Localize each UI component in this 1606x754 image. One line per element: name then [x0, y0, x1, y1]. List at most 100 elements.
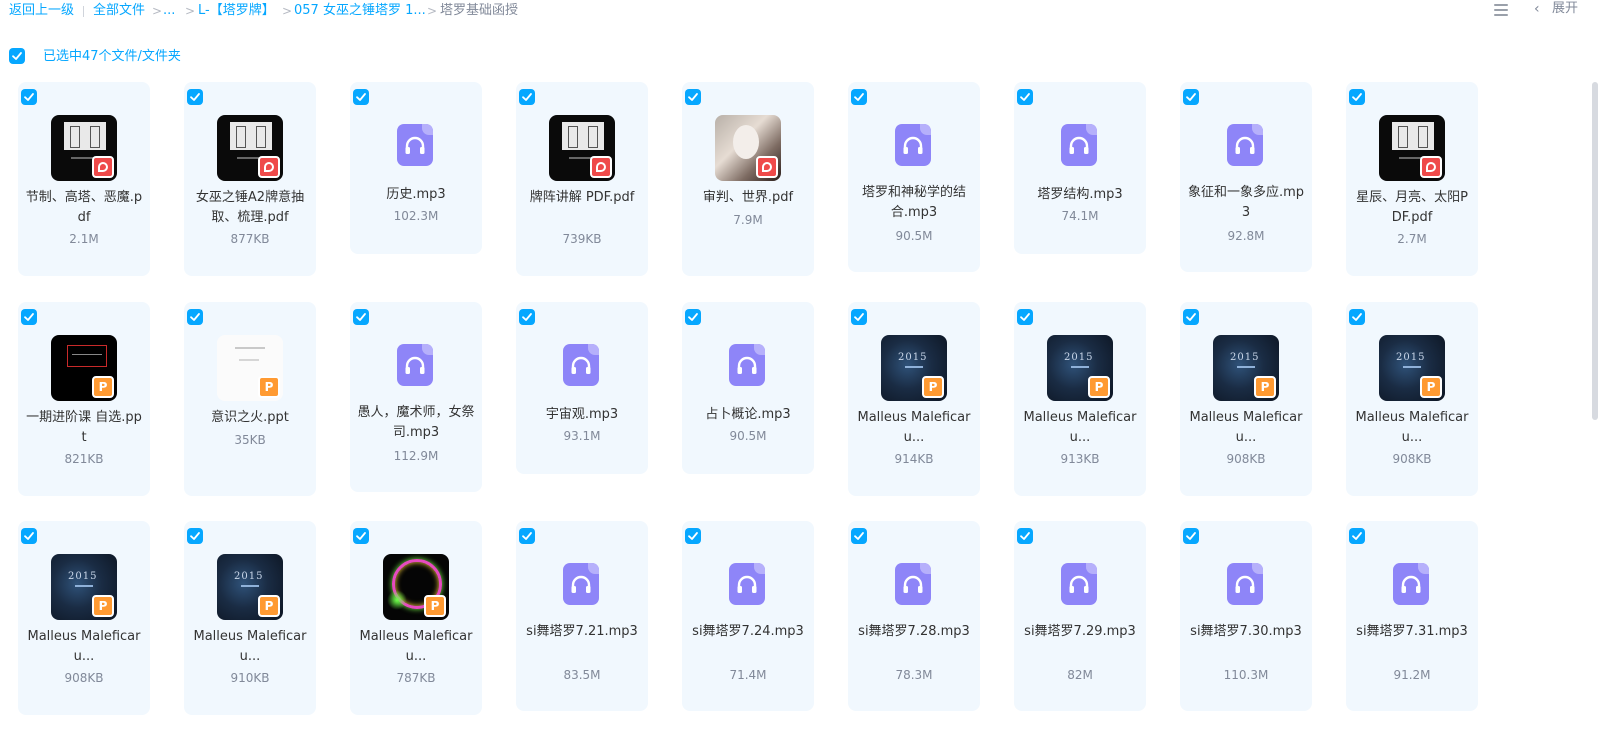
scrollbar[interactable]: [1592, 82, 1598, 420]
headphones-icon: [1069, 575, 1089, 593]
breadcrumb-separator: >: [427, 4, 438, 18]
file-checkbox[interactable]: [519, 528, 535, 544]
file-size: 2.7M: [1397, 232, 1427, 246]
file-card[interactable]: 2015 P Malleus Maleficaru... 908KB: [1346, 302, 1478, 496]
file-card[interactable]: P Malleus Maleficaru... 787KB: [350, 521, 482, 715]
audio-file-icon: [1061, 563, 1097, 605]
file-name: si舞塔罗7.28.mp3: [858, 624, 970, 639]
file-size: 83.5M: [563, 668, 601, 682]
file-card[interactable]: 2015 P Malleus Maleficaru... 914KB: [848, 302, 980, 496]
file-checkbox[interactable]: [1183, 89, 1199, 105]
file-card[interactable]: si舞塔罗7.21.mp3 83.5M: [516, 521, 648, 711]
check-icon: [522, 93, 532, 101]
file-checkbox[interactable]: [1017, 528, 1033, 544]
file-checkbox[interactable]: [1017, 309, 1033, 325]
audio-file-icon: [1227, 563, 1263, 605]
file-size: 7.9M: [733, 213, 763, 227]
file-name: Malleus Maleficaru...: [857, 410, 971, 445]
check-icon: [190, 313, 200, 321]
file-checkbox[interactable]: [187, 309, 203, 325]
select-all-checkbox[interactable]: [9, 48, 25, 64]
file-card[interactable]: 2015 P Malleus Maleficaru... 908KB: [1180, 302, 1312, 496]
file-checkbox[interactable]: [851, 528, 867, 544]
check-icon: [688, 93, 698, 101]
breadcrumb-ellipsis[interactable]: ...: [163, 2, 175, 20]
file-card[interactable]: 2015 P Malleus Maleficaru... 910KB: [184, 521, 316, 715]
file-checkbox[interactable]: [851, 309, 867, 325]
headphones-icon: [1069, 136, 1089, 154]
headphones-icon: [1235, 136, 1255, 154]
file-name: Malleus Maleficaru...: [1355, 410, 1469, 445]
ppt-icon: P: [424, 595, 446, 617]
file-card[interactable]: 星辰、月亮、太阳PDF.pdf 2.7M: [1346, 82, 1478, 276]
file-card[interactable]: 节制、高塔、恶魔.pdf 2.1M: [18, 82, 150, 276]
file-checkbox[interactable]: [1183, 309, 1199, 325]
chevron-left-icon[interactable]: ‹: [1534, 1, 1540, 17]
audio-file-icon: [397, 344, 433, 386]
file-checkbox[interactable]: [685, 89, 701, 105]
breadcrumb-current: 塔罗基础函授: [440, 3, 519, 18]
file-name: 塔罗结构.mp3: [1037, 187, 1123, 202]
back-link[interactable]: 返回上一级: [9, 2, 74, 20]
audio-file-icon: [729, 563, 765, 605]
file-checkbox[interactable]: [1183, 528, 1199, 544]
file-card[interactable]: 象征和一象多应.mp3 92.8M: [1180, 82, 1312, 272]
file-checkbox[interactable]: [353, 309, 369, 325]
file-card[interactable]: 女巫之锤A2牌意抽取、梳理.pdf 877KB: [184, 82, 316, 276]
expand-button[interactable]: 展开: [1552, 1, 1578, 17]
breadcrumb-folder-057[interactable]: 057 女巫之锤塔罗 1...: [294, 2, 426, 20]
check-icon: [854, 93, 864, 101]
file-checkbox[interactable]: [519, 89, 535, 105]
file-checkbox[interactable]: [519, 309, 535, 325]
file-card[interactable]: 塔罗结构.mp3 74.1M: [1014, 82, 1146, 254]
headphones-icon: [571, 356, 591, 374]
file-card[interactable]: si舞塔罗7.29.mp3 82M: [1014, 521, 1146, 711]
file-name: 意识之火.ppt: [211, 410, 289, 425]
file-card[interactable]: 2015 P Malleus Maleficaru... 913KB: [1014, 302, 1146, 496]
file-card[interactable]: 占卜概论.mp3 90.5M: [682, 302, 814, 474]
file-checkbox[interactable]: [353, 528, 369, 544]
file-checkbox[interactable]: [1349, 528, 1365, 544]
file-card[interactable]: P 一期进阶课 自选.ppt 821KB: [18, 302, 150, 496]
selection-count-label: 已选中47个文件/文件夹: [43, 49, 181, 64]
file-card[interactable]: 2015 P Malleus Maleficaru... 908KB: [18, 521, 150, 715]
breadcrumb-bar: 返回上一级 全部文件 > ... > L-【塔罗牌】 > 057 女巫之锤塔罗 …: [0, 0, 1606, 24]
file-card[interactable]: 历史.mp3 102.3M: [350, 82, 482, 254]
breadcrumb-folder-tarot[interactable]: L-【塔罗牌】: [198, 2, 275, 20]
ppt-icon: P: [922, 376, 944, 398]
file-name: si舞塔罗7.24.mp3: [692, 624, 804, 639]
headphones-icon: [405, 356, 425, 374]
file-card[interactable]: si舞塔罗7.30.mp3 110.3M: [1180, 521, 1312, 711]
audio-file-icon: [729, 344, 765, 386]
file-checkbox[interactable]: [685, 528, 701, 544]
file-checkbox[interactable]: [187, 89, 203, 105]
file-size: 908KB: [64, 671, 104, 685]
file-card[interactable]: si舞塔罗7.31.mp3 91.2M: [1346, 521, 1478, 711]
file-size: 82M: [1067, 668, 1093, 682]
check-icon: [688, 532, 698, 540]
file-card[interactable]: 牌阵讲解 PDF.pdf 739KB: [516, 82, 648, 276]
file-checkbox[interactable]: [851, 89, 867, 105]
file-card[interactable]: si舞塔罗7.24.mp3 71.4M: [682, 521, 814, 711]
file-checkbox[interactable]: [21, 89, 37, 105]
file-checkbox[interactable]: [1349, 309, 1365, 325]
file-checkbox[interactable]: [187, 528, 203, 544]
file-name: 牌阵讲解 PDF.pdf: [529, 190, 635, 205]
file-card[interactable]: 审判、世界.pdf 7.9M: [682, 82, 814, 276]
file-card[interactable]: 塔罗和神秘学的结合.mp3 90.5M: [848, 82, 980, 272]
file-checkbox[interactable]: [21, 309, 37, 325]
file-card[interactable]: 宇宙观.mp3 93.1M: [516, 302, 648, 474]
file-card[interactable]: P 意识之火.ppt 35KB: [184, 302, 316, 496]
file-card[interactable]: si舞塔罗7.28.mp3 78.3M: [848, 521, 980, 711]
breadcrumb-separator: >: [152, 4, 163, 18]
breadcrumb-all-files[interactable]: 全部文件: [93, 2, 145, 20]
check-icon: [356, 93, 366, 101]
file-checkbox[interactable]: [1349, 89, 1365, 105]
file-checkbox[interactable]: [1017, 89, 1033, 105]
file-card[interactable]: 愚人，魔术师，女祭司.mp3 112.9M: [350, 302, 482, 492]
list-view-icon[interactable]: [1494, 3, 1508, 17]
file-checkbox[interactable]: [21, 528, 37, 544]
file-checkbox[interactable]: [353, 89, 369, 105]
file-name: 节制、高塔、恶魔.pdf: [25, 190, 143, 225]
file-checkbox[interactable]: [685, 309, 701, 325]
